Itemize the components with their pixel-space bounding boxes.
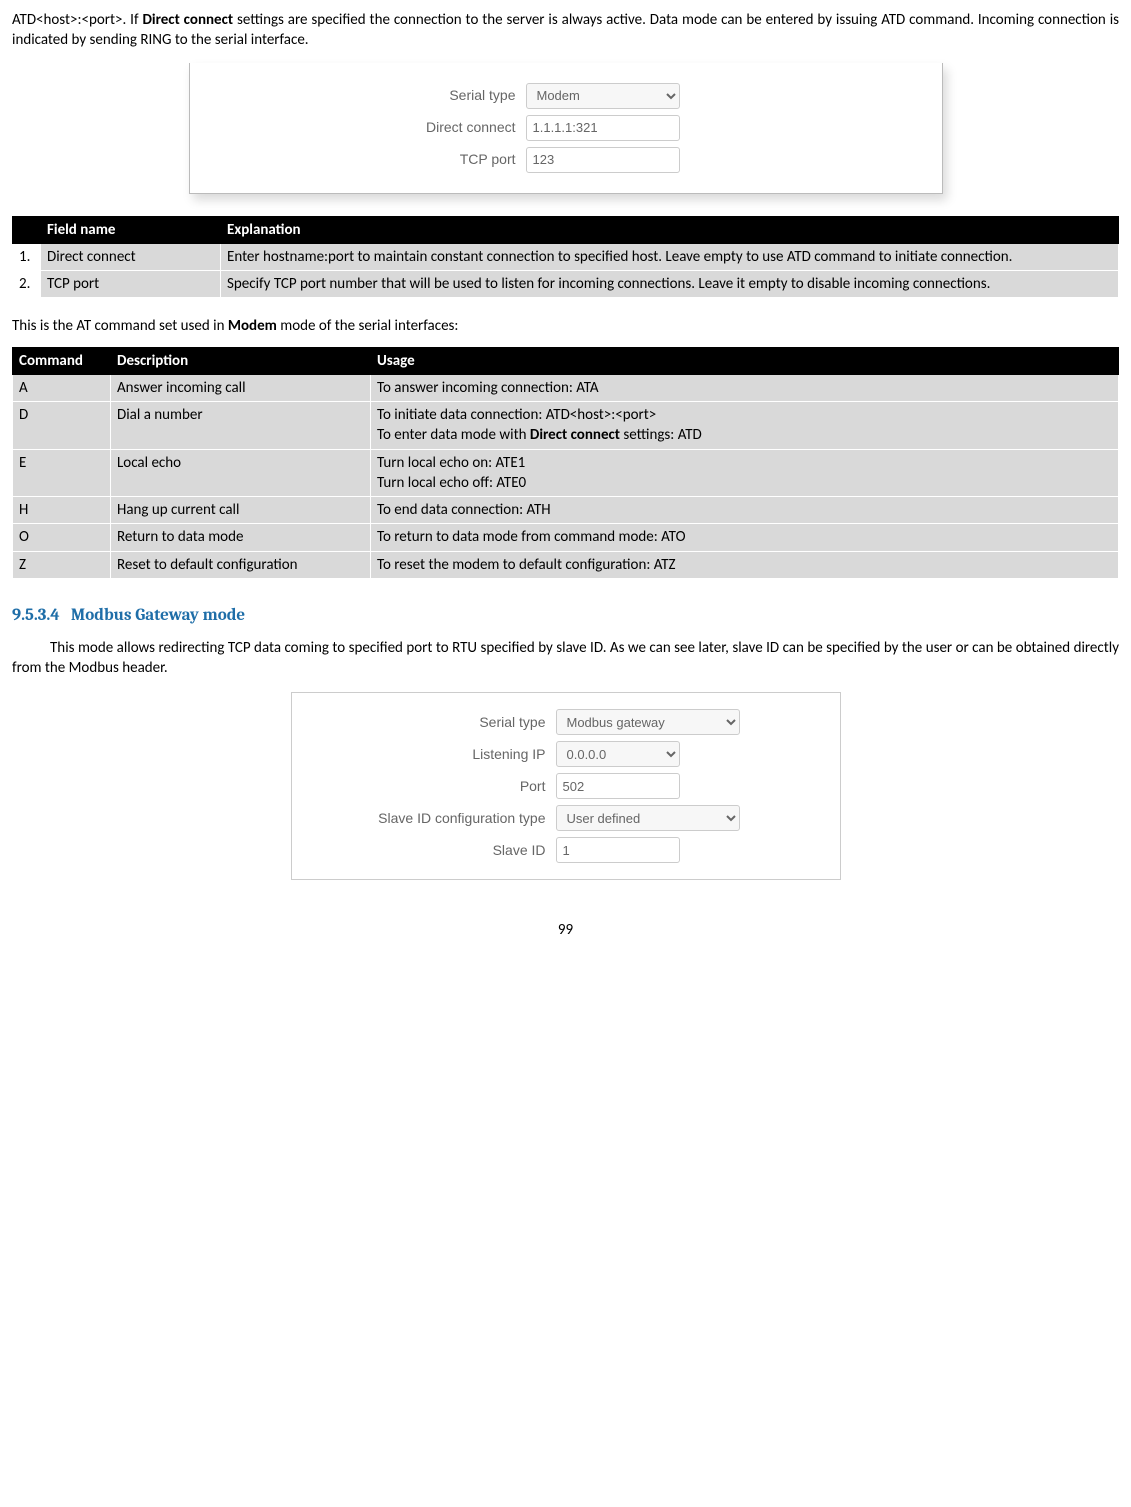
desc-cell: Reset to default configuration bbox=[111, 551, 371, 578]
label-direct-connect: Direct connect bbox=[206, 118, 526, 137]
slave-id-input[interactable] bbox=[556, 837, 680, 863]
header-field-name: Field name bbox=[41, 216, 221, 243]
table-row: O Return to data mode To return to data … bbox=[13, 524, 1119, 551]
table-row: 2. TCP port Specify TCP port number that… bbox=[13, 271, 1119, 298]
explanation-cell: Enter hostname:port to maintain constant… bbox=[221, 243, 1119, 270]
section-number: 9.5.3.4 bbox=[12, 606, 60, 625]
label-listening-ip: Listening IP bbox=[306, 745, 556, 764]
at-command-table: Command Description Usage A Answer incom… bbox=[12, 347, 1119, 579]
table-row: 1. Direct connect Enter hostname:port to… bbox=[13, 243, 1119, 270]
usage-cell: To reset the modem to default configurat… bbox=[371, 551, 1119, 578]
desc-cell: Local echo bbox=[111, 449, 371, 497]
page-number: 99 bbox=[12, 920, 1119, 940]
cmd-cell: O bbox=[13, 524, 111, 551]
desc-cell: Hang up current call bbox=[111, 497, 371, 524]
usage-line2-pre: To enter data mode with bbox=[377, 426, 530, 444]
mid-paragraph: This is the AT command set used in Modem… bbox=[12, 316, 1119, 336]
row-slave-cfg: Slave ID configuration type User defined bbox=[306, 805, 826, 831]
usage-cell: Turn local echo on: ATE1 Turn local echo… bbox=[371, 449, 1119, 497]
serial-type-select[interactable]: Modem bbox=[526, 83, 680, 109]
field-explanation-table: Field name Explanation 1. Direct connect… bbox=[12, 216, 1119, 299]
header-description: Description bbox=[111, 347, 371, 374]
row-serial-type-2: Serial type Modbus gateway bbox=[306, 709, 826, 735]
label-tcp-port: TCP port bbox=[206, 150, 526, 169]
listening-ip-select[interactable]: 0.0.0.0 bbox=[556, 741, 680, 767]
label-serial-type-2: Serial type bbox=[306, 713, 556, 732]
port-input[interactable] bbox=[556, 773, 680, 799]
mid-post: mode of the serial interfaces: bbox=[277, 317, 459, 335]
section-title: Modbus Gateway mode bbox=[71, 606, 245, 625]
section-body: This mode allows redirecting TCP data co… bbox=[12, 638, 1119, 679]
row-number: 2. bbox=[13, 271, 41, 298]
table-row: E Local echo Turn local echo on: ATE1 Tu… bbox=[13, 449, 1119, 497]
direct-connect-input[interactable] bbox=[526, 115, 680, 141]
table-row: A Answer incoming call To answer incomin… bbox=[13, 374, 1119, 401]
row-listening-ip: Listening IP 0.0.0.0 bbox=[306, 741, 826, 767]
header-command: Command bbox=[13, 347, 111, 374]
cmd-cell: Z bbox=[13, 551, 111, 578]
table-row: D Dial a number To initiate data connect… bbox=[13, 402, 1119, 450]
field-name-cell: Direct connect bbox=[41, 243, 221, 270]
mid-bold: Modem bbox=[228, 317, 277, 335]
table-row: H Hang up current call To end data conne… bbox=[13, 497, 1119, 524]
desc-cell: Answer incoming call bbox=[111, 374, 371, 401]
cmd-cell: H bbox=[13, 497, 111, 524]
explanation-cell: Specify TCP port number that will be use… bbox=[221, 271, 1119, 298]
desc-cell: Return to data mode bbox=[111, 524, 371, 551]
cmd-cell: D bbox=[13, 402, 111, 450]
table-row: Z Reset to default configuration To rese… bbox=[13, 551, 1119, 578]
row-tcp-port: TCP port bbox=[206, 147, 926, 173]
intro-bold: Direct connect bbox=[142, 11, 233, 29]
section-heading-modbus: 9.5.3.4 Modbus Gateway mode bbox=[12, 605, 1119, 628]
label-serial-type: Serial type bbox=[206, 86, 526, 105]
table-header-row: Command Description Usage bbox=[13, 347, 1119, 374]
mid-pre: This is the AT command set used in bbox=[12, 317, 228, 335]
usage-line1: Turn local echo on: ATE1 bbox=[377, 454, 525, 472]
row-number: 1. bbox=[13, 243, 41, 270]
serial-type-select-2[interactable]: Modbus gateway bbox=[556, 709, 740, 735]
field-name-cell: TCP port bbox=[41, 271, 221, 298]
usage-cell: To return to data mode from command mode… bbox=[371, 524, 1119, 551]
usage-line2-bold: Direct connect bbox=[530, 426, 620, 444]
usage-cell: To answer incoming connection: ATA bbox=[371, 374, 1119, 401]
label-slave-id: Slave ID bbox=[306, 841, 556, 860]
usage-cell: To initiate data connection: ATD<host>:<… bbox=[371, 402, 1119, 450]
row-serial-type: Serial type Modem bbox=[206, 83, 926, 109]
cmd-cell: A bbox=[13, 374, 111, 401]
slave-cfg-select[interactable]: User defined bbox=[556, 805, 740, 831]
cmd-cell: E bbox=[13, 449, 111, 497]
tcp-port-input[interactable] bbox=[526, 147, 680, 173]
usage-cell: To end data connection: ATH bbox=[371, 497, 1119, 524]
row-direct-connect: Direct connect bbox=[206, 115, 926, 141]
label-slave-cfg: Slave ID configuration type bbox=[306, 809, 556, 828]
usage-line2-post: settings: ATD bbox=[620, 426, 702, 444]
header-blank bbox=[13, 216, 41, 243]
intro-paragraph: ATD<host>:<port>. If Direct connect sett… bbox=[12, 10, 1119, 51]
usage-line1: To initiate data connection: ATD<host>:<… bbox=[377, 406, 656, 424]
modem-settings-panel: Serial type Modem Direct connect TCP por… bbox=[189, 63, 943, 194]
table-header-row: Field name Explanation bbox=[13, 216, 1119, 243]
modbus-settings-panel: Serial type Modbus gateway Listening IP … bbox=[291, 692, 841, 880]
label-port: Port bbox=[306, 777, 556, 796]
desc-cell: Dial a number bbox=[111, 402, 371, 450]
usage-line2: Turn local echo off: ATE0 bbox=[377, 474, 526, 492]
header-usage: Usage bbox=[371, 347, 1119, 374]
header-explanation: Explanation bbox=[221, 216, 1119, 243]
row-slave-id: Slave ID bbox=[306, 837, 826, 863]
row-port: Port bbox=[306, 773, 826, 799]
intro-pre: ATD<host>:<port>. If bbox=[12, 11, 142, 29]
